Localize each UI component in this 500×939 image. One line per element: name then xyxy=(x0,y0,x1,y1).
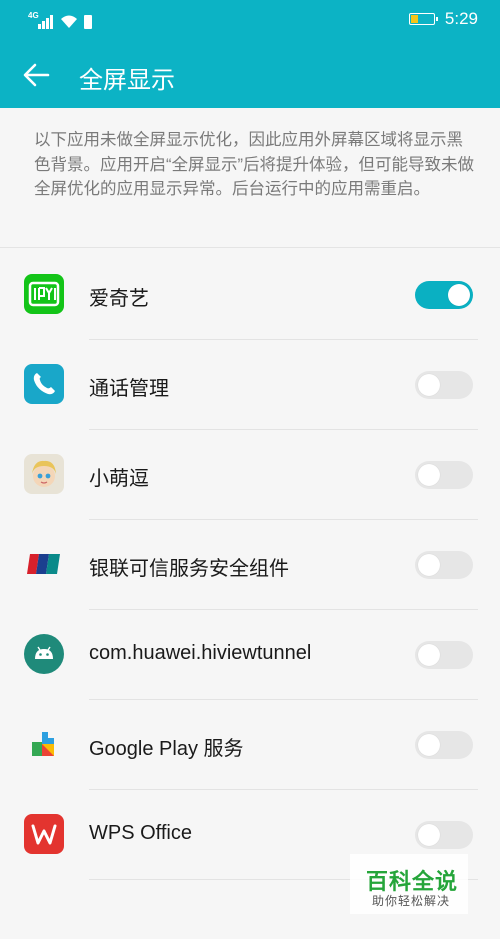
app-name: com.huawei.hiviewtunnel xyxy=(89,642,312,664)
toggle-knob xyxy=(418,374,440,396)
description-text: 以下应用未做全屏显示优化，因此应用外屏幕区域将显示黑色背景。应用开启“全屏显示”… xyxy=(34,131,474,198)
xiaomengdou-icon xyxy=(24,454,64,494)
fullscreen-toggle-phone[interactable] xyxy=(415,371,473,399)
phone-icon xyxy=(24,364,64,404)
app-list: 爱奇艺 通话管理 小萌逗 银联可信服务安全组件 com.huawei.hivie… xyxy=(0,250,500,880)
app-name: 通话管理 xyxy=(89,378,169,400)
android-icon xyxy=(24,634,64,674)
toggle-knob xyxy=(418,554,440,576)
app-row-google-play-services[interactable]: Google Play 服务 xyxy=(0,700,500,790)
toggle-knob xyxy=(418,644,440,666)
google-play-services-icon xyxy=(32,732,54,756)
signal-icon: 4G xyxy=(28,11,54,29)
battery-icon xyxy=(408,13,438,25)
page-title: 全屏显示 xyxy=(79,67,175,94)
toolbar: 全屏显示 xyxy=(0,40,500,108)
status-bar: 4G 5:29 xyxy=(0,0,500,40)
back-arrow-icon[interactable] xyxy=(20,58,54,92)
app-row-iqiyi[interactable]: 爱奇艺 xyxy=(0,250,500,340)
app-row-xiaomengdou[interactable]: 小萌逗 xyxy=(0,430,500,520)
wps-icon xyxy=(24,814,64,854)
app-name: 爱奇艺 xyxy=(89,288,149,310)
toggle-knob xyxy=(418,734,440,756)
app-row-hiviewtunnel[interactable]: com.huawei.hiviewtunnel xyxy=(0,610,500,700)
status-time: 5:29 xyxy=(444,9,478,28)
status-icons-right: 5:29 xyxy=(408,9,478,29)
app-name: WPS Office xyxy=(89,822,192,844)
section-divider xyxy=(0,247,500,248)
iqiyi-icon xyxy=(24,274,64,314)
wifi-icon xyxy=(61,15,77,28)
fullscreen-toggle-xiaomengdou[interactable] xyxy=(415,461,473,489)
fullscreen-toggle-google-play-services[interactable] xyxy=(415,731,473,759)
unionpay-icon xyxy=(27,554,60,574)
watermark-subtitle: 助你轻松解决 xyxy=(372,894,451,908)
fullscreen-toggle-unionpay[interactable] xyxy=(415,551,473,579)
app-row-unionpay[interactable]: 银联可信服务安全组件 xyxy=(0,520,500,610)
toggle-knob xyxy=(418,464,440,486)
sim-icon xyxy=(84,15,92,29)
app-name: 小萌逗 xyxy=(89,468,149,490)
toggle-knob xyxy=(448,284,470,306)
toggle-knob xyxy=(418,824,440,846)
status-icons-left: 4G xyxy=(28,11,92,29)
network-type: 4G xyxy=(28,11,39,20)
fullscreen-toggle-wps-office[interactable] xyxy=(415,821,473,849)
app-name: 银联可信服务安全组件 xyxy=(89,558,289,580)
watermark: 百科全说 助你轻松解决 xyxy=(350,854,468,914)
fullscreen-toggle-iqiyi[interactable] xyxy=(415,281,473,309)
app-name: Google Play 服务 xyxy=(89,738,244,760)
app-row-phone[interactable]: 通话管理 xyxy=(0,340,500,430)
fullscreen-toggle-hiviewtunnel[interactable] xyxy=(415,641,473,669)
